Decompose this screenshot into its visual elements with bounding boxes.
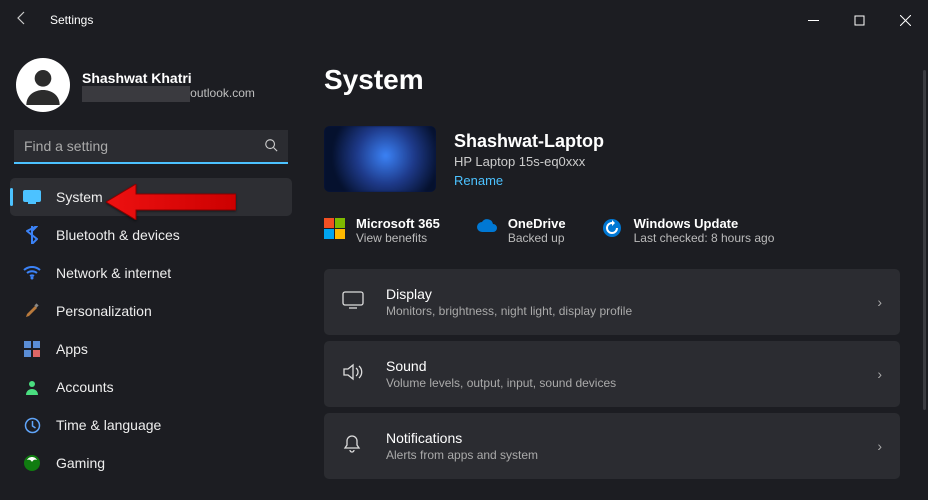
profile-block[interactable]: Shashwat Khatri xxxxxxxxxxxxxxxx@outlook… [16,58,286,112]
nav-item-system[interactable]: System [10,178,292,216]
device-thumbnail[interactable] [324,126,436,192]
status-row: Microsoft 365 View benefits OneDrive Bac… [324,216,900,245]
back-button[interactable] [14,10,38,31]
window-title: Settings [50,13,93,27]
avatar [16,58,70,112]
titlebar: Settings [0,0,928,40]
update-icon [602,218,624,240]
paintbrush-icon [22,301,42,321]
status-title: Microsoft 365 [356,216,440,231]
search-box[interactable] [14,130,288,164]
scrollbar[interactable] [923,70,926,410]
card-sound[interactable]: Sound Volume levels, output, input, soun… [324,341,900,407]
status-title: Windows Update [634,216,775,231]
device-name: Shashwat-Laptop [454,131,604,152]
status-sub: Last checked: 8 hours ago [634,231,775,245]
status-windows-update[interactable]: Windows Update Last checked: 8 hours ago [602,216,775,245]
nav-item-network[interactable]: Network & internet [10,254,292,292]
sidebar: Shashwat Khatri xxxxxxxxxxxxxxxx@outlook… [0,40,300,500]
gaming-icon [22,453,42,473]
nav-label: Personalization [56,303,152,319]
apps-icon [22,339,42,359]
page-title: System [324,64,900,96]
card-title: Notifications [386,430,538,446]
device-model: HP Laptop 15s-eq0xxx [454,154,604,169]
nav-label: System [56,189,103,205]
maximize-button[interactable] [836,0,882,40]
chevron-right-icon: › [877,366,882,382]
search-input[interactable] [14,130,288,164]
sound-icon [342,363,366,386]
card-sub: Monitors, brightness, night light, displ… [386,304,632,318]
card-sub: Alerts from apps and system [386,448,538,462]
status-sub: View benefits [356,231,440,245]
person-icon [22,377,42,397]
nav-item-accounts[interactable]: Accounts [10,368,292,406]
card-title: Sound [386,358,616,374]
nav-label: Apps [56,341,88,357]
display-icon [342,291,366,314]
chevron-right-icon: › [877,294,882,310]
card-notifications[interactable]: Notifications Alerts from apps and syste… [324,413,900,479]
device-row: Shashwat-Laptop HP Laptop 15s-eq0xxx Ren… [324,126,900,192]
microsoft-icon [324,218,346,240]
nav-label: Time & language [56,417,161,433]
close-button[interactable] [882,0,928,40]
card-title: Display [386,286,632,302]
status-microsoft365[interactable]: Microsoft 365 View benefits [324,216,440,245]
nav-label: Gaming [56,455,105,471]
profile-name: Shashwat Khatri [82,70,255,86]
status-onedrive[interactable]: OneDrive Backed up [476,216,566,245]
nav-item-time-language[interactable]: Time & language [10,406,292,444]
nav-item-personalization[interactable]: Personalization [10,292,292,330]
email-redaction [82,86,190,102]
card-sub: Volume levels, output, input, sound devi… [386,376,616,390]
search-icon [264,138,278,155]
status-sub: Backed up [508,231,566,245]
minimize-button[interactable] [790,0,836,40]
bell-icon [342,434,366,459]
main-content: System Shashwat-Laptop HP Laptop 15s-eq0… [300,40,928,500]
nav-list: System Bluetooth & devices Network & int… [10,178,292,482]
window-controls [790,0,928,40]
onedrive-icon [476,218,498,240]
profile-email: xxxxxxxxxxxxxxxx@outlook.com [82,86,255,100]
status-title: OneDrive [508,216,566,231]
card-display[interactable]: Display Monitors, brightness, night ligh… [324,269,900,335]
system-icon [22,187,42,207]
globe-clock-icon [22,415,42,435]
nav-item-bluetooth[interactable]: Bluetooth & devices [10,216,292,254]
settings-cards: Display Monitors, brightness, night ligh… [324,269,900,479]
nav-label: Network & internet [56,265,171,281]
nav-label: Accounts [56,379,114,395]
bluetooth-icon [22,225,42,245]
nav-item-gaming[interactable]: Gaming [10,444,292,482]
chevron-right-icon: › [877,438,882,454]
nav-label: Bluetooth & devices [56,227,180,243]
nav-item-apps[interactable]: Apps [10,330,292,368]
rename-link[interactable]: Rename [454,173,604,188]
wifi-icon [22,263,42,283]
